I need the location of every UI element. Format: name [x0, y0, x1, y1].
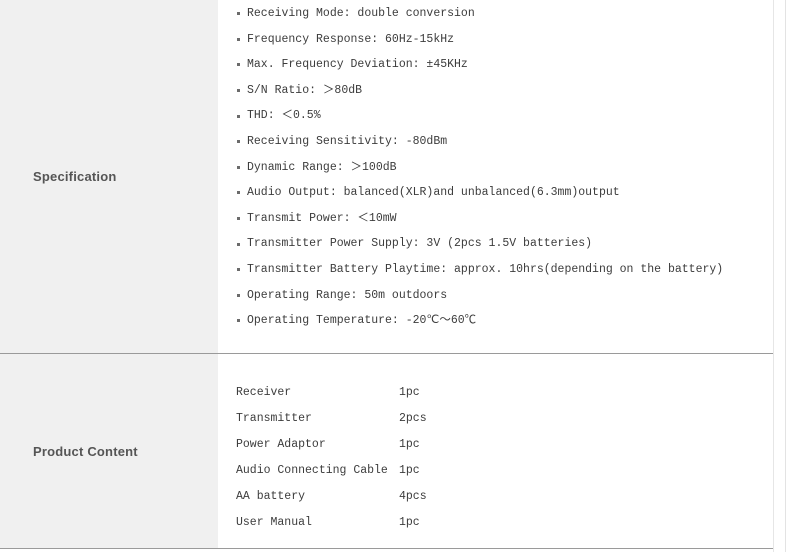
- list-item: Power Adaptor 1pc: [236, 432, 427, 458]
- spec-text: Transmit Power: ＜10mW: [247, 211, 397, 225]
- content-item-name: Receiver: [236, 386, 292, 399]
- bullet-square-icon: [237, 12, 240, 16]
- bullet-square-icon: [237, 268, 240, 272]
- bullet-square-icon: [237, 242, 240, 246]
- content-item-qty: 1pc: [399, 464, 420, 477]
- table-row-product-content: Product Content Receiver 1pc Transmitter…: [0, 353, 773, 549]
- list-item: Audio Connecting Cable 1pc: [236, 458, 427, 484]
- list-item: Receiver 1pc: [236, 380, 427, 406]
- bullet-square-icon: [237, 63, 240, 67]
- content-item-qty: 2pcs: [399, 412, 427, 425]
- row-label-text: Product Content: [33, 444, 138, 459]
- content-item-qty: 1pc: [399, 438, 420, 451]
- list-item: Frequency Response: 60Hz-15kHz: [237, 27, 723, 53]
- content-item-name: AA battery: [236, 490, 306, 503]
- specification-table: Specification Receiving Mode: double con…: [0, 0, 773, 549]
- list-item: Max. Frequency Deviation: ±45KHz: [237, 52, 723, 78]
- content-item-qty: 1pc: [399, 516, 420, 529]
- spec-text: Audio Output: balanced(XLR)and unbalance…: [247, 186, 620, 200]
- list-item: Transmitter Battery Playtime: approx. 10…: [237, 257, 723, 283]
- row-label-specification: Specification: [0, 0, 218, 353]
- bullet-square-icon: [237, 89, 240, 93]
- content-item-name: User Manual: [236, 516, 312, 529]
- list-item: Transmitter 2pcs: [236, 406, 427, 432]
- specification-list: Receiving Mode: double conversion Freque…: [237, 1, 723, 334]
- content-item-qty: 1pc: [399, 386, 420, 399]
- list-item: Dynamic Range: ＞100dB: [237, 155, 723, 181]
- row-label-product-content: Product Content: [0, 354, 218, 549]
- content-item-name: Power Adaptor: [236, 438, 326, 451]
- list-item: THD: ＜0.5%: [237, 103, 723, 129]
- list-item: Transmitter Power Supply: 3V (2pcs 1.5V …: [237, 231, 723, 257]
- product-detail-page: Specification Receiving Mode: double con…: [0, 0, 786, 552]
- spec-text: Dynamic Range: ＞100dB: [247, 160, 397, 174]
- table-row-specification: Specification Receiving Mode: double con…: [0, 0, 773, 353]
- spec-text: Transmitter Power Supply: 3V (2pcs 1.5V …: [247, 237, 593, 251]
- spec-text: Operating Range: 50m outdoors: [247, 288, 448, 302]
- bullet-square-icon: [237, 165, 240, 169]
- spec-text: THD: ＜0.5%: [247, 109, 321, 123]
- bullet-square-icon: [237, 293, 240, 297]
- product-content-list: Receiver 1pc Transmitter 2pcs Power Adap…: [236, 380, 427, 536]
- list-item: Audio Output: balanced(XLR)and unbalance…: [237, 180, 723, 206]
- row-value-product-content: Receiver 1pc Transmitter 2pcs Power Adap…: [218, 354, 773, 549]
- list-item: S/N Ratio: ＞80dB: [237, 78, 723, 104]
- table-bottom-divider: [0, 548, 773, 549]
- spec-text: Frequency Response: 60Hz-15kHz: [247, 32, 455, 46]
- bullet-square-icon: [237, 140, 240, 144]
- spec-text: Receiving Sensitivity: -80dBm: [247, 134, 448, 148]
- spec-text: S/N Ratio: ＞80dB: [247, 83, 363, 97]
- list-item: Receiving Sensitivity: -80dBm: [237, 129, 723, 155]
- row-label-text: Specification: [33, 169, 117, 184]
- spec-text: Operating Temperature: -20℃〜60℃: [247, 314, 477, 328]
- spec-text: Max. Frequency Deviation: ±45KHz: [247, 58, 468, 72]
- list-item: Transmit Power: ＜10mW: [237, 206, 723, 232]
- spec-text: Transmitter Battery Playtime: approx. 10…: [247, 262, 724, 276]
- row-value-specification: Receiving Mode: double conversion Freque…: [218, 0, 773, 353]
- list-item: Operating Range: 50m outdoors: [237, 283, 723, 309]
- bullet-square-icon: [237, 37, 240, 41]
- bullet-square-icon: [237, 217, 240, 221]
- list-item: Receiving Mode: double conversion: [237, 1, 723, 27]
- bullet-square-icon: [237, 114, 240, 118]
- bullet-square-icon: [237, 319, 240, 323]
- bullet-square-icon: [237, 191, 240, 195]
- list-item: AA battery 4pcs: [236, 484, 427, 510]
- content-item-name: Audio Connecting Cable: [236, 464, 388, 477]
- list-item: Operating Temperature: -20℃〜60℃: [237, 308, 723, 334]
- content-item-qty: 4pcs: [399, 490, 427, 503]
- list-item: User Manual 1pc: [236, 510, 427, 536]
- spec-text: Receiving Mode: double conversion: [247, 7, 475, 20]
- page-right-edge: [773, 0, 785, 552]
- content-item-name: Transmitter: [236, 412, 312, 425]
